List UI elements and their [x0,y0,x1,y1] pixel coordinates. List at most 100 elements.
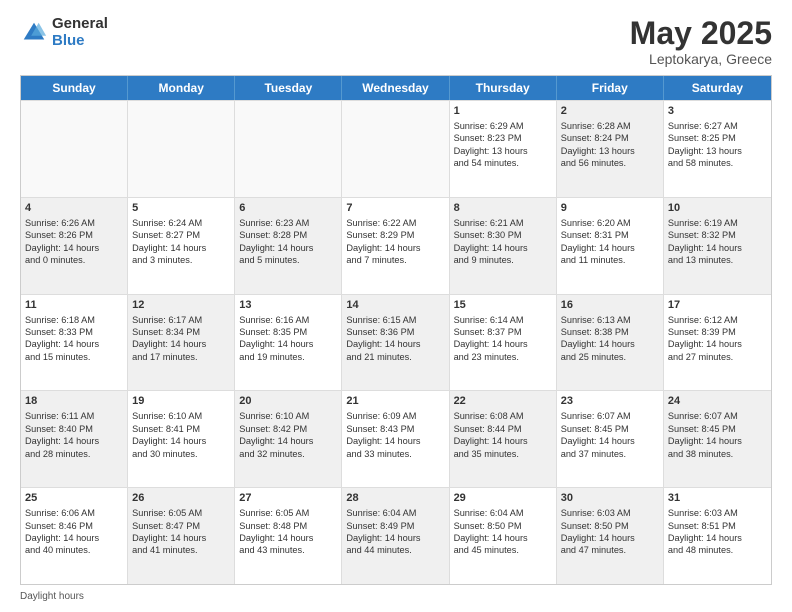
day-info-line: Sunset: 8:50 PM [561,520,659,532]
day-info-line: Sunrise: 6:03 AM [561,507,659,519]
day-cell-27: 27Sunrise: 6:05 AMSunset: 8:48 PMDayligh… [235,488,342,584]
day-number: 28 [346,491,444,506]
day-info-line: and 7 minutes. [346,254,444,266]
day-info-line: Sunset: 8:39 PM [668,326,767,338]
day-info-line: Daylight: 14 hours [132,242,230,254]
empty-cell-0-3 [342,101,449,197]
day-number: 11 [25,298,123,313]
day-info-line: Sunrise: 6:22 AM [346,217,444,229]
day-info-line: Sunset: 8:32 PM [668,229,767,241]
calendar-row-3: 18Sunrise: 6:11 AMSunset: 8:40 PMDayligh… [21,390,771,487]
day-number: 26 [132,491,230,506]
calendar-row-4: 25Sunrise: 6:06 AMSunset: 8:46 PMDayligh… [21,487,771,584]
day-number: 22 [454,394,552,409]
day-info-line: Sunrise: 6:26 AM [25,217,123,229]
day-info-line: and 58 minutes. [668,157,767,169]
day-number: 18 [25,394,123,409]
day-info-line: and 47 minutes. [561,544,659,556]
day-info-line: Sunrise: 6:12 AM [668,314,767,326]
day-info-line: Sunrise: 6:10 AM [239,410,337,422]
logo-blue: Blue [52,33,108,50]
day-number: 23 [561,394,659,409]
day-info-line: Sunrise: 6:29 AM [454,120,552,132]
day-info-line: Sunrise: 6:09 AM [346,410,444,422]
day-cell-30: 30Sunrise: 6:03 AMSunset: 8:50 PMDayligh… [557,488,664,584]
day-info-line: Sunrise: 6:05 AM [239,507,337,519]
day-number: 16 [561,298,659,313]
day-number: 8 [454,201,552,216]
day-number: 1 [454,104,552,119]
day-cell-9: 9Sunrise: 6:20 AMSunset: 8:31 PMDaylight… [557,198,664,294]
day-info-line: and 3 minutes. [132,254,230,266]
day-info-line: Daylight: 14 hours [239,242,337,254]
day-cell-26: 26Sunrise: 6:05 AMSunset: 8:47 PMDayligh… [128,488,235,584]
day-info-line: and 17 minutes. [132,351,230,363]
day-number: 3 [668,104,767,119]
header: General Blue May 2025 Leptokarya, Greece [20,16,772,67]
day-info-line: Daylight: 14 hours [561,338,659,350]
day-info-line: Sunset: 8:30 PM [454,229,552,241]
logo-general: General [52,16,108,33]
day-info-line: Daylight: 14 hours [25,435,123,447]
day-cell-28: 28Sunrise: 6:04 AMSunset: 8:49 PMDayligh… [342,488,449,584]
day-info-line: Sunset: 8:38 PM [561,326,659,338]
day-number: 15 [454,298,552,313]
day-info-line: and 15 minutes. [25,351,123,363]
weekday-header-wednesday: Wednesday [342,76,449,100]
weekday-header-saturday: Saturday [664,76,771,100]
day-info-line: Sunset: 8:49 PM [346,520,444,532]
day-info-line: Sunrise: 6:18 AM [25,314,123,326]
day-info-line: Sunset: 8:40 PM [25,423,123,435]
day-info-line: Daylight: 14 hours [668,242,767,254]
calendar-subtitle: Leptokarya, Greece [630,51,772,67]
day-info-line: Sunrise: 6:20 AM [561,217,659,229]
day-info-line: Sunset: 8:51 PM [668,520,767,532]
day-cell-24: 24Sunrise: 6:07 AMSunset: 8:45 PMDayligh… [664,391,771,487]
day-info-line: Daylight: 14 hours [561,435,659,447]
day-cell-12: 12Sunrise: 6:17 AMSunset: 8:34 PMDayligh… [128,295,235,391]
day-info-line: Sunset: 8:48 PM [239,520,337,532]
day-info-line: Sunset: 8:35 PM [239,326,337,338]
day-info-line: Sunrise: 6:06 AM [25,507,123,519]
day-info-line: Sunset: 8:47 PM [132,520,230,532]
day-info-line: and 9 minutes. [454,254,552,266]
day-cell-13: 13Sunrise: 6:16 AMSunset: 8:35 PMDayligh… [235,295,342,391]
day-number: 5 [132,201,230,216]
day-info-line: Sunrise: 6:05 AM [132,507,230,519]
day-number: 14 [346,298,444,313]
day-info-line: Sunset: 8:25 PM [668,132,767,144]
day-info-line: and 25 minutes. [561,351,659,363]
day-number: 4 [25,201,123,216]
day-info-line: Sunrise: 6:23 AM [239,217,337,229]
day-info-line: Daylight: 14 hours [25,242,123,254]
day-info-line: Sunset: 8:23 PM [454,132,552,144]
day-number: 20 [239,394,337,409]
day-info-line: Sunrise: 6:17 AM [132,314,230,326]
calendar-row-1: 4Sunrise: 6:26 AMSunset: 8:26 PMDaylight… [21,197,771,294]
day-cell-2: 2Sunrise: 6:28 AMSunset: 8:24 PMDaylight… [557,101,664,197]
day-info-line: and 37 minutes. [561,448,659,460]
day-info-line: Sunset: 8:26 PM [25,229,123,241]
title-block: May 2025 Leptokarya, Greece [630,16,772,67]
logo: General Blue [20,16,108,49]
weekday-header-tuesday: Tuesday [235,76,342,100]
day-cell-23: 23Sunrise: 6:07 AMSunset: 8:45 PMDayligh… [557,391,664,487]
day-info-line: Sunset: 8:28 PM [239,229,337,241]
day-info-line: and 54 minutes. [454,157,552,169]
day-cell-3: 3Sunrise: 6:27 AMSunset: 8:25 PMDaylight… [664,101,771,197]
day-info-line: and 30 minutes. [132,448,230,460]
day-info-line: Sunset: 8:34 PM [132,326,230,338]
day-info-line: Daylight: 14 hours [132,338,230,350]
day-info-line: Sunrise: 6:24 AM [132,217,230,229]
day-number: 30 [561,491,659,506]
day-number: 27 [239,491,337,506]
logo-text: General Blue [52,16,108,49]
day-info-line: and 11 minutes. [561,254,659,266]
calendar-header: SundayMondayTuesdayWednesdayThursdayFrid… [21,76,771,100]
day-info-line: Sunrise: 6:21 AM [454,217,552,229]
day-cell-11: 11Sunrise: 6:18 AMSunset: 8:33 PMDayligh… [21,295,128,391]
day-number: 19 [132,394,230,409]
day-info-line: and 23 minutes. [454,351,552,363]
day-number: 17 [668,298,767,313]
day-info-line: and 41 minutes. [132,544,230,556]
